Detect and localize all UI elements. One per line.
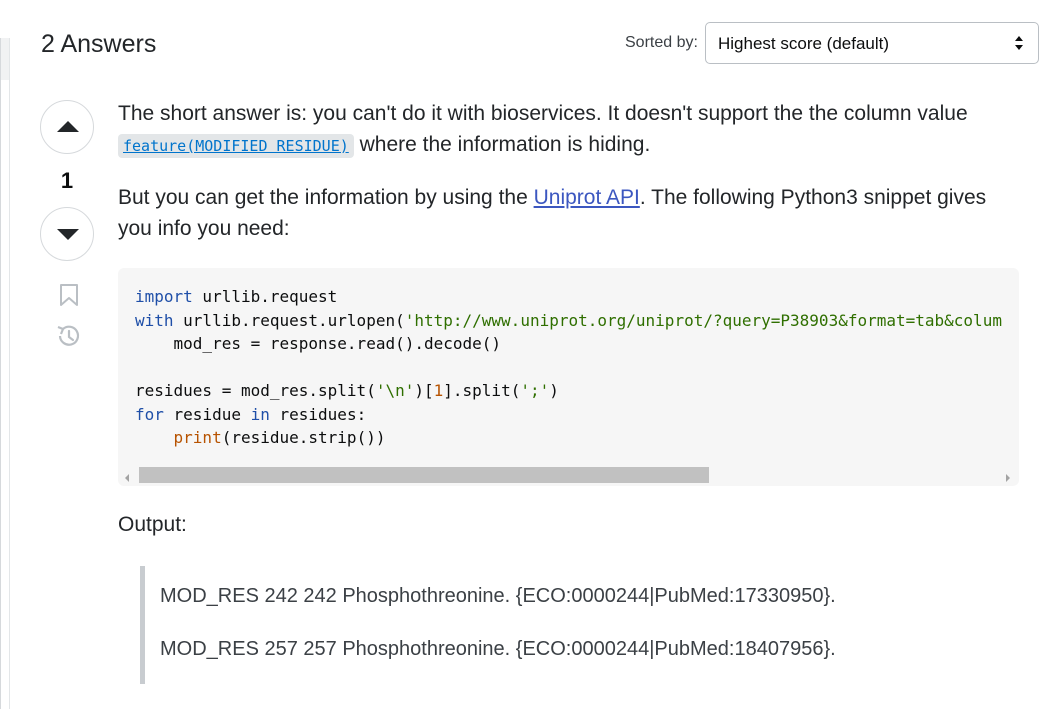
code-lines: import urllib.request with urllib.reques…	[135, 285, 1002, 450]
scrollbar-thumb[interactable]	[139, 467, 709, 483]
paragraph-1-text-after: where the information is hiding.	[353, 133, 651, 156]
left-rail	[0, 38, 10, 709]
output-line: MOD_RES 257 257 Phosphothreonine. {ECO:0…	[160, 638, 836, 660]
updown-caret-icon	[1014, 33, 1024, 53]
paragraph-1-text: The short answer is: you can't do it wit…	[118, 102, 968, 125]
code-keyword: in	[250, 404, 270, 424]
code-builtin: print	[173, 428, 222, 447]
inline-code-feature[interactable]: feature(MODIFIED RESIDUE)	[118, 134, 354, 158]
triangle-up-icon	[57, 121, 79, 132]
bookmark-icon[interactable]	[57, 283, 81, 307]
output-line: MOD_RES 242 242 Phosphothreonine. {ECO:0…	[160, 585, 836, 607]
code-text: urllib.request.urlopen(	[173, 310, 405, 330]
output-label: Output:	[118, 513, 187, 536]
code-text: residues:	[269, 404, 367, 424]
paragraph-2-text: But you can get the information by using…	[118, 186, 534, 209]
sort-select-value: Highest score (default)	[718, 34, 890, 53]
code-string: 'http://www.uniprot.org/uniprot/?query=P…	[404, 310, 1002, 330]
code-text: )	[549, 381, 559, 400]
answers-page: 2 Answers Sorted by: Highest score (defa…	[0, 0, 1049, 709]
vote-column: 1	[40, 100, 98, 261]
output-blockquote: MOD_RES 242 242 Phosphothreonine. {ECO:0…	[140, 566, 1025, 684]
answers-count-heading: 2 Answers	[41, 30, 157, 58]
code-text: (residue.strip())	[221, 428, 386, 447]
code-text: mod_res = response.read().decode()	[135, 334, 502, 353]
history-icon[interactable]	[55, 323, 80, 347]
code-horizontal-scrollbar[interactable]	[118, 464, 1019, 486]
triangle-down-icon	[57, 229, 79, 240]
code-keyword: with	[135, 310, 174, 330]
code-text: residues = mod_res.split(	[135, 381, 376, 400]
scroll-right-icon[interactable]	[1005, 470, 1011, 486]
upvote-button[interactable]	[40, 100, 94, 154]
uniprot-api-link[interactable]: Uniprot API	[534, 186, 640, 209]
answer-paragraph-1: The short answer is: you can't do it wit…	[118, 98, 1023, 162]
code-block: import urllib.request with urllib.reques…	[118, 268, 1019, 486]
code-number: 1	[433, 381, 444, 400]
answer-paragraph-2: But you can get the information by using…	[118, 182, 1023, 244]
code-text: ].split(	[443, 381, 521, 400]
scroll-left-icon[interactable]	[124, 470, 130, 486]
vote-count: 1	[60, 168, 74, 193]
left-rail-tab	[1, 38, 9, 80]
code-text: urllib.request	[192, 287, 338, 306]
code-text: residue	[163, 404, 251, 424]
sort-label: Sorted by:	[625, 34, 698, 51]
code-string: ';'	[520, 381, 550, 400]
code-keyword: import	[135, 287, 193, 306]
code-keyword: for	[135, 404, 164, 424]
code-string: '\n'	[375, 381, 415, 400]
downvote-button[interactable]	[40, 207, 94, 261]
sort-select[interactable]: Highest score (default)	[705, 22, 1039, 64]
code-text: )[	[414, 381, 434, 400]
